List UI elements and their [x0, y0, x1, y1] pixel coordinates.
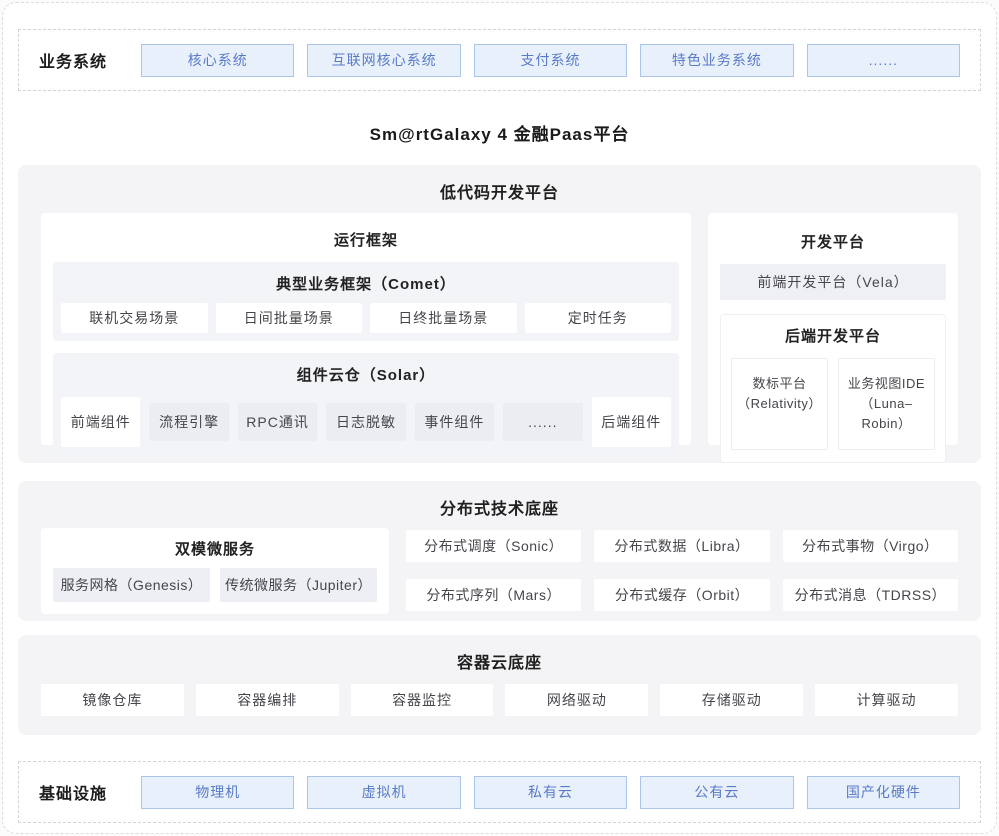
item-distributed-transaction-virgo: 分布式事物（Virgo） [783, 530, 958, 562]
distributed-items-grid: 分布式调度（Sonic） 分布式数据（Libra） 分布式事物（Virgo） 分… [406, 530, 958, 614]
infrastructure-label: 基础设施 [39, 780, 141, 804]
item-traditional-microservice-jupiter: 传统微服务（Jupiter） [220, 568, 377, 602]
container-base-section: 容器云底座 镜像仓库 容器编排 容器监控 网络驱动 存储驱动 计算驱动 [18, 635, 981, 735]
distributed-base-body: 双模微服务 服务网格（Genesis） 传统微服务（Jupiter） 分布式调度… [18, 528, 981, 614]
item-rpc-communication: RPC通讯 [238, 403, 317, 441]
chip-payment-system: 支付系统 [474, 44, 627, 77]
business-systems-band: 业务系统 核心系统 互联网核心系统 支付系统 特色业务系统 ...... [18, 29, 981, 91]
infrastructure-band: 基础设施 物理机 虚拟机 私有云 公有云 国产化硬件 [18, 761, 981, 823]
solar-component-title: 组件云仓（Solar） [61, 364, 671, 385]
solar-items: 前端组件 流程引擎 RPC通讯 日志脱敏 事件组件 ...... 后端组件 [61, 394, 671, 450]
item-distributed-cache-orbit: 分布式缓存（Orbit） [594, 579, 769, 611]
item-distributed-sequence-mars: 分布式序列（Mars） [406, 579, 581, 611]
chip-private-cloud: 私有云 [474, 776, 627, 809]
chip-virtual-machine: 虚拟机 [307, 776, 460, 809]
item-image-repository: 镜像仓库 [41, 684, 184, 716]
item-frontend-dev-platform-vela: 前端开发平台（Vela） [720, 264, 946, 300]
dev-platform-title: 开发平台 [720, 231, 946, 252]
item-solar-ellipsis: ...... [503, 403, 582, 441]
item-service-mesh-genesis: 服务网格（Genesis） [53, 568, 210, 602]
chip-core-system: 核心系统 [141, 44, 294, 77]
item-backend-component: 后端组件 [592, 397, 671, 447]
comet-framework-title: 典型业务框架（Comet） [61, 273, 671, 294]
item-container-orchestration: 容器编排 [196, 684, 339, 716]
chip-physical-machine: 物理机 [141, 776, 294, 809]
low-code-platform-section: 低代码开发平台 运行框架 典型业务框架（Comet） 联机交易场景 日间批量场景… [18, 165, 981, 463]
runtime-framework-title: 运行框架 [53, 229, 679, 250]
item-distributed-data-libra: 分布式数据（Libra） [594, 530, 769, 562]
dual-mode-items: 服务网格（Genesis） 传统微服务（Jupiter） [53, 568, 377, 602]
item-container-monitoring: 容器监控 [351, 684, 494, 716]
solar-component-card: 组件云仓（Solar） 前端组件 流程引擎 RPC通讯 日志脱敏 事件组件 ..… [53, 353, 679, 458]
item-process-engine: 流程引擎 [149, 403, 228, 441]
item-storage-driver: 存储驱动 [660, 684, 803, 716]
item-intraday-batch: 日间批量场景 [216, 303, 363, 333]
item-business-view-ide-luna-robin: 业务视图IDE （Luna–Robin） [838, 358, 935, 450]
distributed-base-section: 分布式技术底座 双模微服务 服务网格（Genesis） 传统微服务（Jupite… [18, 481, 981, 621]
chip-special-business-system: 特色业务系统 [640, 44, 793, 77]
runtime-framework-card: 运行框架 典型业务框架（Comet） 联机交易场景 日间批量场景 日终批量场景 … [41, 213, 691, 445]
infrastructure-chips: 物理机 虚拟机 私有云 公有云 国产化硬件 [141, 776, 960, 809]
business-systems-label: 业务系统 [39, 48, 141, 72]
business-systems-chips: 核心系统 互联网核心系统 支付系统 特色业务系统 ...... [141, 44, 960, 77]
distributed-base-title: 分布式技术底座 [18, 481, 981, 519]
backend-dev-items: 数标平台 （Relativity） 业务视图IDE （Luna–Robin） [731, 358, 935, 450]
chip-public-cloud: 公有云 [640, 776, 793, 809]
item-online-transaction: 联机交易场景 [61, 303, 208, 333]
item-line2: （Relativity） [734, 394, 825, 414]
container-base-items: 镜像仓库 容器编排 容器监控 网络驱动 存储驱动 计算驱动 [18, 684, 981, 716]
item-log-masking: 日志脱敏 [326, 403, 405, 441]
item-endofday-batch: 日终批量场景 [370, 303, 517, 333]
dev-platform-card: 开发平台 前端开发平台（Vela） 后端开发平台 数标平台 （Relativit… [708, 213, 958, 445]
item-distributed-scheduling-sonic: 分布式调度（Sonic） [406, 530, 581, 562]
chip-ellipsis: ...... [807, 44, 960, 77]
platform-title: Sm@rtGalaxy 4 金融Paas平台 [3, 120, 996, 145]
item-distributed-message-tdrss: 分布式消息（TDRSS） [783, 579, 958, 611]
item-line1: 业务视图IDE [841, 374, 932, 394]
item-network-driver: 网络驱动 [505, 684, 648, 716]
backend-dev-platform-card: 后端开发平台 数标平台 （Relativity） 业务视图IDE （Luna–R… [720, 314, 946, 463]
container-base-title: 容器云底座 [18, 635, 981, 673]
item-line2: （Luna–Robin） [841, 394, 932, 434]
item-event-component: 事件组件 [415, 403, 494, 441]
item-frontend-component: 前端组件 [61, 397, 140, 447]
chip-domestic-hardware: 国产化硬件 [807, 776, 960, 809]
item-line1: 数标平台 [734, 374, 825, 394]
chip-internet-core-system: 互联网核心系统 [307, 44, 460, 77]
comet-framework-card: 典型业务框架（Comet） 联机交易场景 日间批量场景 日终批量场景 定时任务 [53, 262, 679, 341]
comet-items: 联机交易场景 日间批量场景 日终批量场景 定时任务 [61, 303, 671, 333]
dual-mode-microservice-title: 双模微服务 [53, 538, 377, 559]
dual-mode-microservice-card: 双模微服务 服务网格（Genesis） 传统微服务（Jupiter） [41, 528, 389, 614]
backend-dev-platform-title: 后端开发平台 [731, 325, 935, 346]
low-code-platform-body: 运行框架 典型业务框架（Comet） 联机交易场景 日间批量场景 日终批量场景 … [18, 213, 981, 445]
architecture-diagram: 业务系统 核心系统 互联网核心系统 支付系统 特色业务系统 ...... Sm@… [2, 2, 997, 834]
low-code-platform-title: 低代码开发平台 [18, 165, 981, 203]
item-compute-driver: 计算驱动 [815, 684, 958, 716]
item-data-standard-platform-relativity: 数标平台 （Relativity） [731, 358, 828, 450]
item-scheduled-task: 定时任务 [525, 303, 672, 333]
